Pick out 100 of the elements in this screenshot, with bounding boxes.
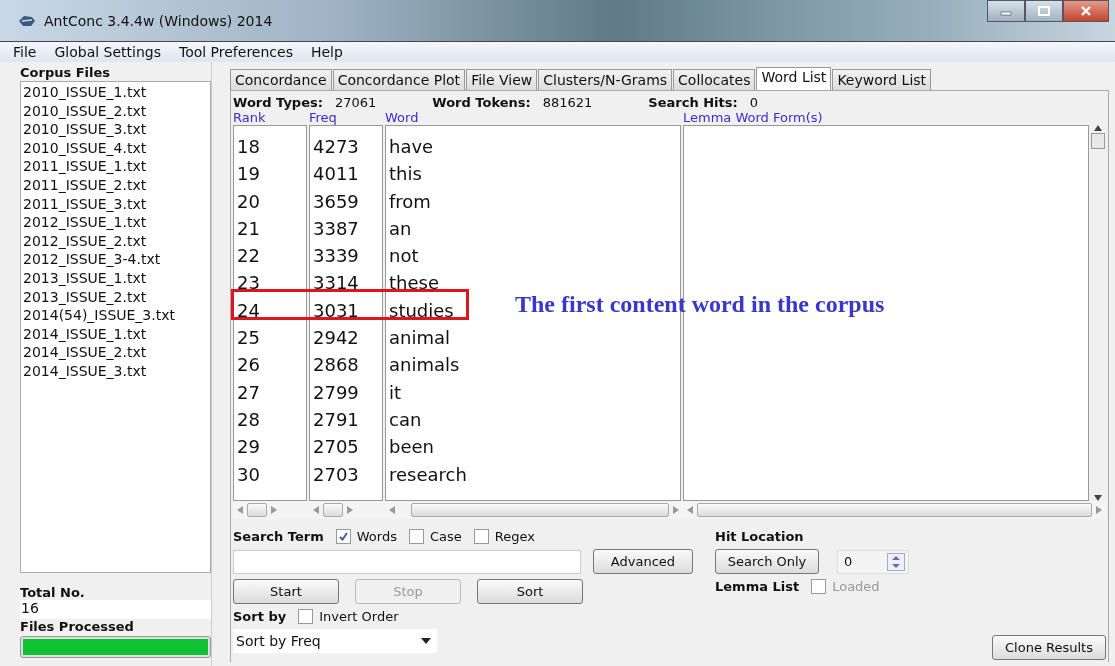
scroll-right-icon[interactable]	[271, 506, 277, 514]
list-cell-text: 2705	[313, 435, 359, 460]
horizontal-scrollbar[interactable]	[233, 501, 309, 519]
corpus-file[interactable]: 2012_ISSUE_3-4.txt	[23, 250, 208, 269]
corpus-file[interactable]: 2014(54)_ISSUE_3.txt	[23, 306, 208, 325]
column-header[interactable]: Rank	[233, 111, 309, 125]
checkbox[interactable]	[298, 609, 314, 624]
list-cell-text: 24	[237, 298, 260, 323]
close-button[interactable]	[1063, 0, 1109, 22]
list-cell-text: 18	[237, 135, 260, 159]
corpus-file[interactable]: 2010_ISSUE_3.txt	[23, 120, 208, 139]
tab[interactable]: Clusters/N-Grams	[538, 69, 673, 90]
sort-by-label: Sort by	[233, 609, 287, 624]
scroll-thumb[interactable]	[1090, 133, 1105, 149]
corpus-file[interactable]: 2012_ISSUE_1.txt	[23, 213, 208, 232]
advanced-button[interactable]: Advanced	[592, 549, 693, 574]
checkbox-label: Regex	[494, 529, 535, 544]
tab[interactable]: File View	[466, 69, 538, 90]
tab[interactable]: Collocates	[673, 69, 756, 90]
list-cell-text: this	[389, 162, 422, 187]
tab[interactable]: Concordance Plot	[332, 69, 466, 90]
scroll-left-icon[interactable]	[389, 506, 395, 514]
spinner-field[interactable]: 0	[837, 549, 909, 574]
annotation-text: The first content word in the corpus	[515, 289, 885, 319]
list-cell-text: 3314	[313, 271, 359, 296]
corpus-file[interactable]: 2012_ISSUE_2.txt	[23, 231, 208, 251]
menu-item[interactable]: Global Settings	[54, 44, 161, 60]
tab[interactable]: Keyword List	[832, 69, 932, 90]
stat-label: Search Hits:	[648, 94, 738, 110]
horizontal-scrollbar[interactable]	[683, 501, 1106, 519]
list-cell-text: these	[389, 271, 439, 296]
list-cell-text: 21	[237, 216, 260, 241]
menu-item[interactable]: File	[13, 44, 37, 60]
checkbox-label: Words	[356, 529, 397, 544]
total-no-label: Total No.	[20, 585, 86, 600]
list-cell-text: 2868	[313, 353, 359, 378]
list-cell-text: 28	[237, 407, 260, 432]
checkbox[interactable]	[408, 529, 424, 544]
stat-value: 0	[749, 94, 758, 110]
scroll-thumb[interactable]	[247, 503, 267, 517]
list-cell-text: 2791	[313, 407, 359, 432]
corpus-file[interactable]: 2014_ISSUE_1.txt	[23, 324, 208, 344]
minimize-button[interactable]	[987, 0, 1025, 22]
checkbox[interactable]	[473, 529, 489, 544]
scroll-thumb[interactable]	[697, 503, 1092, 517]
scroll-thumb[interactable]	[323, 503, 343, 517]
corpus-file[interactable]: 2010_ISSUE_4.txt	[23, 138, 208, 158]
lemma-list-label: Lemma List	[715, 579, 800, 594]
corpus-file[interactable]: 2011_ISSUE_3.txt	[23, 194, 208, 214]
scroll-left-icon[interactable]	[313, 506, 319, 514]
list-cell-text: 29	[237, 435, 260, 460]
checkbox-label: Invert Order	[319, 609, 399, 624]
stat-value: 881621	[542, 94, 593, 110]
column-header[interactable]: Lemma Word Form(s)	[683, 111, 1106, 125]
corpus-file[interactable]: 2013_ISSUE_1.txt	[23, 268, 208, 288]
search-field[interactable]	[233, 549, 581, 574]
search-only-button[interactable]: Search Only	[715, 549, 819, 574]
action-button[interactable]: Start	[233, 579, 339, 604]
corpus-file[interactable]: 2010_ISSUE_2.txt	[23, 101, 208, 121]
column-header[interactable]: Freq	[309, 111, 385, 125]
list-cell-text: 22	[237, 244, 260, 269]
corpus-file[interactable]: 2010_ISSUE_1.txt	[23, 83, 208, 102]
scroll-right-icon[interactable]	[347, 506, 353, 514]
vertical-scrollbar[interactable]	[1089, 125, 1106, 501]
stat-label: Word Types:	[233, 94, 323, 110]
list-cell-text: 26	[237, 353, 260, 378]
list-cell-text: 3659	[313, 189, 359, 214]
list-cell-text: can	[389, 407, 422, 432]
scroll-thumb[interactable]	[411, 503, 669, 517]
list-cell-text: 2799	[313, 380, 359, 405]
corpus-file[interactable]: 2011_ISSUE_2.txt	[23, 175, 208, 195]
corpus-file[interactable]: 2011_ISSUE_1.txt	[23, 157, 208, 176]
sort-dropdown[interactable]: Sort by Freq	[233, 629, 437, 653]
list-cell-text: an	[389, 216, 412, 241]
corpus-file[interactable]: 2014_ISSUE_3.txt	[23, 361, 208, 381]
scroll-left-icon[interactable]	[687, 506, 693, 514]
scroll-up-icon[interactable]	[1093, 125, 1102, 131]
maximize-button[interactable]	[1025, 0, 1063, 22]
corpus-file[interactable]: 2013_ISSUE_2.txt	[23, 287, 208, 307]
scroll-right-icon[interactable]	[1096, 506, 1102, 514]
list-cell-text: 20	[237, 189, 260, 214]
corpus-file[interactable]: 2014_ISSUE_2.txt	[23, 343, 208, 362]
list-cell-text: 27	[237, 380, 260, 405]
scroll-right-icon[interactable]	[673, 506, 679, 514]
checkbox-label: Loaded	[832, 579, 880, 594]
list-cell-text: 2942	[313, 326, 359, 351]
clone-results-button[interactable]: Clone Results	[992, 635, 1106, 660]
menu-item[interactable]: Help	[310, 44, 343, 60]
list-cell-text: it	[389, 380, 402, 405]
checkbox[interactable]	[335, 529, 351, 544]
tab[interactable]: Concordance	[230, 69, 332, 90]
column-header[interactable]: Word	[385, 111, 683, 125]
checkbox-label: Case	[429, 529, 462, 544]
list-cell-text: 3031	[313, 298, 359, 323]
scroll-left-icon[interactable]	[237, 506, 243, 514]
window-title: AntConc 3.4.4w (Windows) 2014	[44, 12, 273, 29]
list-cell-text: 4273	[313, 135, 359, 159]
action-button[interactable]: Sort	[477, 579, 583, 604]
tab[interactable]: Word List	[756, 67, 832, 90]
menu-item[interactable]: Tool Preferences	[178, 44, 293, 60]
